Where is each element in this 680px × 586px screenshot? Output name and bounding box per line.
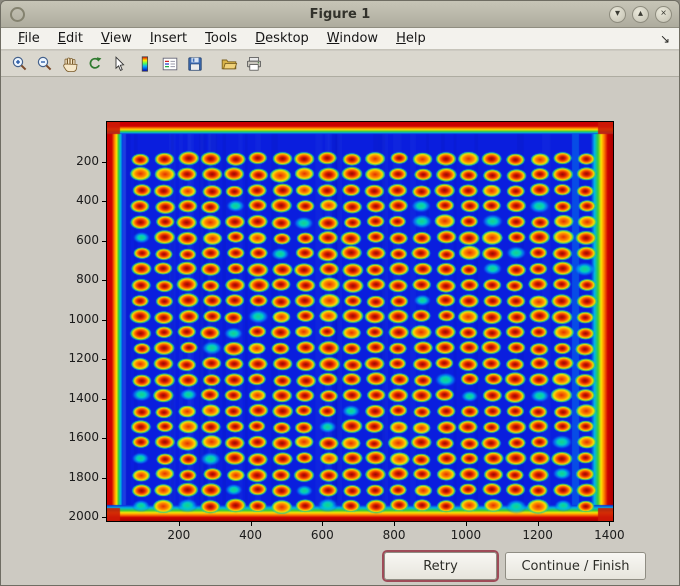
open-file-button[interactable]: [217, 52, 240, 75]
continue-finish-button[interactable]: Continue / Finish: [505, 552, 646, 580]
x-tick-mark: [394, 522, 396, 526]
pan-hand-icon: [62, 57, 77, 72]
menu-item-desktop[interactable]: Desktop: [246, 29, 318, 49]
figure-toolbar: [1, 51, 679, 77]
x-tick-mark: [465, 522, 467, 526]
y-tick-mark: [102, 201, 106, 202]
y-tick-mark: [102, 517, 106, 519]
zoom-in-icon: [12, 56, 26, 70]
menu-item-edit[interactable]: Edit: [49, 29, 92, 49]
y-tick-label: 1000: [68, 311, 99, 326]
y-tick-label: 600: [76, 232, 99, 247]
y-tick-mark: [102, 319, 106, 321]
window-titlebar[interactable]: Figure 1 ▾ ▴ ×: [1, 1, 679, 28]
y-tick-label: 1800: [68, 469, 99, 484]
pan-button[interactable]: [58, 52, 81, 75]
y-tick-mark: [102, 280, 106, 282]
y-tick-mark: [102, 161, 106, 163]
y-tick-label: 1600: [68, 430, 99, 445]
open-folder-icon: [221, 59, 237, 69]
insert-legend-button[interactable]: [158, 52, 181, 75]
y-tick-label: 1400: [68, 390, 99, 405]
window-controls: ▾ ▴ ×: [609, 5, 672, 23]
minimize-icon: ▾: [614, 8, 621, 19]
save-floppy-icon: [187, 56, 202, 71]
x-tick-label: 800: [382, 528, 406, 542]
x-tick-mark: [250, 522, 252, 526]
y-tick-label: 1200: [68, 351, 99, 366]
y-tick-label: 200: [76, 153, 99, 168]
legend-icon: [162, 57, 177, 70]
print-figure-button[interactable]: [242, 52, 265, 75]
menu-item-tools[interactable]: Tools: [196, 29, 246, 49]
rotate-3d-icon: [89, 56, 101, 69]
menu-item-window[interactable]: Window: [318, 29, 387, 49]
x-tick-label: 200: [167, 528, 191, 542]
window-menu-icon[interactable]: [10, 6, 25, 22]
x-tick-mark: [178, 522, 180, 526]
zoom-out-button[interactable]: [33, 52, 56, 75]
menu-item-file[interactable]: File: [9, 29, 49, 49]
y-tick-label: 800: [76, 272, 99, 287]
insert-colorbar-button[interactable]: [133, 52, 156, 75]
save-figure-button[interactable]: [183, 52, 206, 75]
y-tick-mark: [102, 438, 106, 440]
rotate-3d-button[interactable]: [83, 52, 106, 75]
close-icon: ×: [660, 8, 667, 19]
toolbar-separator: [207, 63, 216, 64]
x-tick-mark: [609, 522, 611, 526]
x-tick-label: 400: [239, 528, 262, 542]
maximize-icon: ▴: [637, 8, 644, 19]
menu-item-help[interactable]: Help: [387, 29, 435, 49]
microarray-plot-canvas[interactable]: [106, 121, 614, 522]
y-tick-mark: [102, 398, 106, 400]
y-tick-mark: [102, 477, 106, 479]
x-tick-mark: [537, 522, 539, 526]
y-tick-label: 2000: [68, 509, 99, 524]
retry-button[interactable]: Retry: [384, 552, 497, 580]
close-button[interactable]: ×: [655, 5, 672, 23]
dock-figure-icon[interactable]: ↘: [660, 32, 670, 46]
x-tick-mark: [322, 522, 324, 526]
zoom-out-icon: [37, 56, 51, 70]
minimize-button[interactable]: ▾: [609, 5, 626, 23]
x-tick-label: 600: [310, 528, 334, 542]
y-tick-label: 400: [76, 193, 99, 207]
cursor-arrow-icon: [115, 55, 125, 71]
maximize-button[interactable]: ▴: [632, 5, 649, 23]
y-tick-mark: [102, 240, 106, 242]
x-tick-label: 1000: [450, 528, 482, 542]
menu-item-insert[interactable]: Insert: [141, 29, 196, 49]
edit-plot-button[interactable]: [108, 52, 131, 75]
y-tick-mark: [102, 359, 106, 361]
figure-window: Figure 1 ▾ ▴ × File Edit View Insert Too…: [0, 0, 680, 586]
x-tick-label: 1200: [522, 528, 553, 542]
window-title: Figure 1: [309, 6, 371, 22]
x-tick-label: 1400: [594, 528, 625, 542]
menu-item-view[interactable]: View: [92, 29, 141, 49]
colorbar-icon: [141, 55, 148, 72]
printer-icon: [246, 56, 261, 71]
zoom-in-button[interactable]: [8, 52, 31, 75]
menu-bar: File Edit View Insert Tools Desktop Wind…: [1, 28, 679, 50]
